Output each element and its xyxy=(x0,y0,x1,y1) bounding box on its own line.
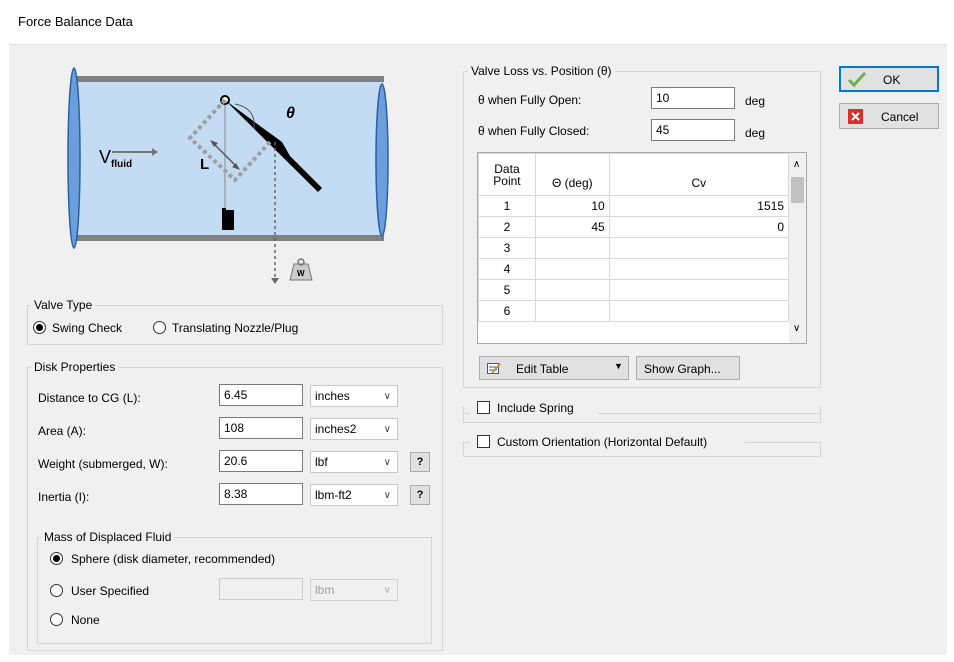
pipe-bottom-wall xyxy=(72,235,384,241)
fully-open-label: θ when Fully Open: xyxy=(478,93,582,107)
cancel-button[interactable]: Cancel xyxy=(839,103,939,129)
valve-diagram xyxy=(67,67,389,284)
cv-table-container: Data Point Θ (deg) Cv 1 10 1515 2 45 0 3 4 5… xyxy=(477,152,807,344)
inertia-label: Inertia (I): xyxy=(38,490,90,504)
chevron-down-icon: ∨ xyxy=(383,424,391,435)
inertia-input[interactable]: 8.38 xyxy=(219,483,303,505)
chevron-down-icon: ∨ xyxy=(383,391,391,402)
inertia-help-button[interactable]: ? xyxy=(410,485,430,505)
angle-label: θ xyxy=(286,105,295,122)
v-fluid-sub: fluid xyxy=(111,159,133,170)
weight-help-button[interactable]: ? xyxy=(410,452,430,472)
sphere-label: Sphere (disk diameter, recommended) xyxy=(71,552,276,566)
chevron-down-icon: ∨ xyxy=(383,490,391,501)
weight-field-label: Weight (submerged, W): xyxy=(38,457,168,471)
distance-unit-select[interactable]: inches ∨ xyxy=(310,385,398,407)
v-fluid-label: V xyxy=(99,147,112,167)
mass-displaced-legend: Mass of Displaced Fluid xyxy=(41,530,175,544)
distance-label: Distance to CG (L): xyxy=(38,391,141,405)
include-spring-checkbox[interactable] xyxy=(477,401,490,414)
custom-orientation-label: Custom Orientation (Horizontal Default) xyxy=(497,435,708,449)
ok-button[interactable]: OK xyxy=(839,66,939,92)
table-row: 1 10 1515 xyxy=(478,195,790,217)
scroll-up-icon[interactable]: ∧ xyxy=(793,159,800,170)
radio-none[interactable] xyxy=(50,613,63,626)
pipe-top-wall xyxy=(72,76,384,82)
show-graph-button[interactable]: Show Graph... xyxy=(636,356,740,380)
table-scrollbar[interactable]: ∧ ∨ xyxy=(789,153,806,343)
cancel-label: Cancel xyxy=(881,110,919,124)
radio-user-specified[interactable] xyxy=(50,584,63,597)
valve-loss-legend: Valve Loss vs. Position (θ) xyxy=(468,64,615,78)
fully-closed-label: θ when Fully Closed: xyxy=(478,124,590,138)
none-label: None xyxy=(71,613,100,627)
window-title: Force Balance Data xyxy=(18,14,133,29)
chevron-down-icon: ∨ xyxy=(383,585,391,596)
length-label: L xyxy=(200,156,210,173)
edit-table-button[interactable]: Edit Table ▼ xyxy=(479,356,629,380)
header-cv[interactable]: Cv xyxy=(608,153,790,196)
table-row: 3 xyxy=(478,237,790,259)
scroll-thumb[interactable] xyxy=(791,177,804,203)
radio-translating-nozzle[interactable] xyxy=(153,321,166,334)
fully-open-unit: deg xyxy=(745,94,766,108)
ok-label: OK xyxy=(883,73,901,87)
cv-table: Data Point Θ (deg) Cv 1 10 1515 2 45 0 3 4 5… xyxy=(478,153,790,322)
weight-unit-select[interactable]: lbf ∨ xyxy=(310,451,398,473)
include-spring-label: Include Spring xyxy=(497,401,574,415)
dropdown-arrow-icon[interactable]: ▼ xyxy=(614,361,623,371)
header-data-point[interactable]: Data Point xyxy=(478,153,536,196)
scroll-down-icon[interactable]: ∨ xyxy=(793,323,800,334)
show-graph-label: Show Graph... xyxy=(644,362,721,376)
table-row: 6 xyxy=(478,300,790,322)
close-icon xyxy=(848,109,863,124)
inertia-unit-select[interactable]: lbm-ft2 ∨ xyxy=(310,484,398,506)
check-icon xyxy=(848,71,866,87)
area-label: Area (A): xyxy=(38,424,87,438)
fully-open-input[interactable]: 10 xyxy=(651,87,735,109)
weight-input[interactable]: 20.6 xyxy=(219,450,303,472)
right-flange xyxy=(375,83,389,237)
edit-table-label: Edit Table xyxy=(516,362,569,376)
edit-table-icon xyxy=(487,363,501,374)
area-input[interactable]: 108 xyxy=(219,417,303,439)
disk-properties-legend: Disk Properties xyxy=(31,360,119,374)
chevron-down-icon: ∨ xyxy=(383,457,391,468)
custom-orientation-checkbox[interactable] xyxy=(477,435,490,448)
valve-type-legend: Valve Type xyxy=(31,298,96,312)
radio-sphere[interactable] xyxy=(50,552,63,565)
table-row: 2 45 0 xyxy=(478,216,790,238)
radio-swing-check[interactable] xyxy=(33,321,46,334)
fully-closed-unit: deg xyxy=(745,126,766,140)
header-theta[interactable]: Θ (deg) xyxy=(534,153,610,196)
weight-label: W xyxy=(297,269,305,278)
area-unit-select[interactable]: inches2 ∨ xyxy=(310,418,398,440)
distance-input[interactable]: 6.45 xyxy=(219,384,303,406)
left-flange xyxy=(67,67,81,249)
table-row: 4 xyxy=(478,258,790,280)
user-mass-unit-select[interactable]: lbm ∨ xyxy=(310,579,398,601)
user-specified-label: User Specified xyxy=(71,584,150,598)
table-row: 5 xyxy=(478,279,790,301)
user-mass-input[interactable] xyxy=(219,578,303,600)
title-bar: Force Balance Data xyxy=(0,0,954,42)
fully-closed-input[interactable]: 45 xyxy=(651,119,735,141)
swing-check-label: Swing Check xyxy=(52,321,123,335)
translating-nozzle-label: Translating Nozzle/Plug xyxy=(172,321,299,335)
